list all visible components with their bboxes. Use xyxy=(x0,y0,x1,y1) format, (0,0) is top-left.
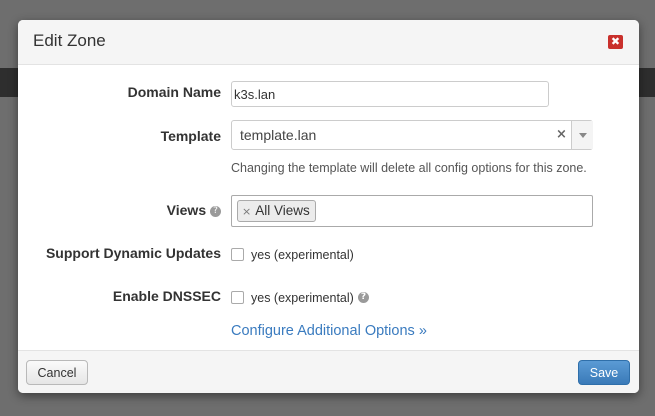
template-select[interactable]: template.lan × xyxy=(231,120,593,150)
views-multiselect[interactable]: × All Views xyxy=(231,195,593,227)
domain-name-label: Domain Name xyxy=(127,84,221,100)
dynamic-updates-option: yes (experimental) xyxy=(251,248,354,262)
chevron-down-icon[interactable] xyxy=(571,121,593,149)
remove-tag-icon[interactable]: × xyxy=(242,205,251,218)
dnssec-checkbox[interactable] xyxy=(231,291,244,304)
view-tag: × All Views xyxy=(237,200,316,222)
dialog-title: Edit Zone xyxy=(33,31,106,50)
template-label: Template xyxy=(160,128,221,144)
domain-name-input[interactable] xyxy=(231,81,549,107)
dialog-footer: Cancel Save xyxy=(18,350,639,393)
edit-zone-dialog: Edit Zone ✖ Domain Name Template templat… xyxy=(18,20,639,393)
cancel-button[interactable]: Cancel xyxy=(26,360,88,385)
dnssec-option: yes (experimental) xyxy=(251,291,354,305)
views-label: Views xyxy=(166,202,207,218)
close-icon[interactable]: ✖ xyxy=(608,35,623,49)
template-hint: Changing the template will delete all co… xyxy=(231,161,587,175)
view-tag-label: All Views xyxy=(255,203,310,218)
template-selected-value: template.lan xyxy=(240,127,317,143)
dialog-header: Edit Zone ✖ xyxy=(18,20,639,65)
dnssec-label: Enable DNSSEC xyxy=(112,288,221,304)
configure-additional-options-link[interactable]: Configure Additional Options » xyxy=(231,323,427,339)
help-icon[interactable]: ? xyxy=(210,205,221,217)
views-label-row: Views ? xyxy=(18,202,221,218)
dynamic-updates-label: Support Dynamic Updates xyxy=(45,245,221,261)
clear-icon[interactable]: × xyxy=(556,127,567,142)
save-button[interactable]: Save xyxy=(578,360,630,385)
dynamic-updates-checkbox[interactable] xyxy=(231,248,244,261)
help-icon[interactable]: ? xyxy=(358,292,369,303)
